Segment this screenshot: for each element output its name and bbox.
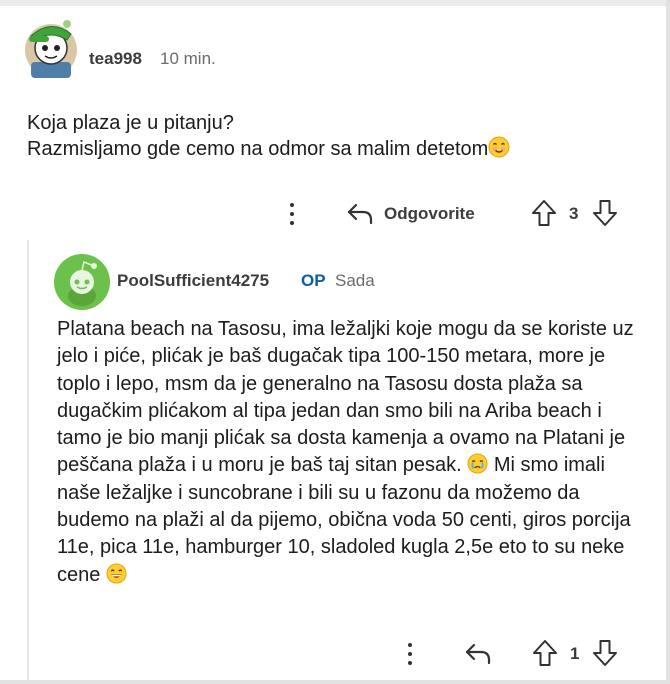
right-border [666, 0, 670, 684]
vote-count: 3 [569, 204, 579, 223]
comment-line: Razmisljamo gde cemo na odmor sa malim d… [27, 138, 489, 160]
reply-icon[interactable] [345, 198, 375, 228]
downvote-icon[interactable] [591, 198, 619, 228]
comment-timestamp: 10 min. [160, 49, 216, 68]
downvote-icon[interactable] [591, 638, 619, 668]
comment-body: Koja plaza je u pitanju? Razmisljamo gde… [27, 110, 510, 162]
vote-count: 1 [570, 644, 580, 663]
reply-icon[interactable] [463, 638, 493, 668]
reply-button[interactable]: Odgovorite [384, 204, 475, 224]
op-badge: OP [301, 271, 326, 290]
smiling-face-emoji [488, 136, 510, 158]
reply-body: Platana beach na Tasosu, ima ležaljki ko… [57, 316, 647, 589]
comment-line: Koja plaza je u pitanju? [27, 112, 234, 134]
reply-text-part1: Platana beach na Tasosu, ima ležaljki ko… [57, 318, 634, 477]
grinning-face-emoji [106, 563, 127, 584]
crying-face-emoji [467, 453, 488, 475]
upvote-icon[interactable] [531, 638, 559, 668]
comment-author[interactable]: tea998 [89, 49, 142, 69]
user-avatar[interactable] [54, 254, 110, 310]
top-border [0, 0, 670, 6]
more-options-icon[interactable] [282, 198, 302, 230]
reply-timestamp: Sada [335, 271, 375, 290]
upvote-icon[interactable] [530, 198, 558, 228]
bottom-border [0, 680, 670, 684]
comment-line-with-emoji: Razmisljamo gde cemo na odmor sa malim d… [27, 136, 510, 162]
user-avatar[interactable] [21, 16, 81, 80]
reply-author[interactable]: PoolSufficient4275 [117, 271, 269, 291]
more-options-icon[interactable] [400, 638, 420, 670]
thread-line[interactable] [27, 240, 29, 680]
